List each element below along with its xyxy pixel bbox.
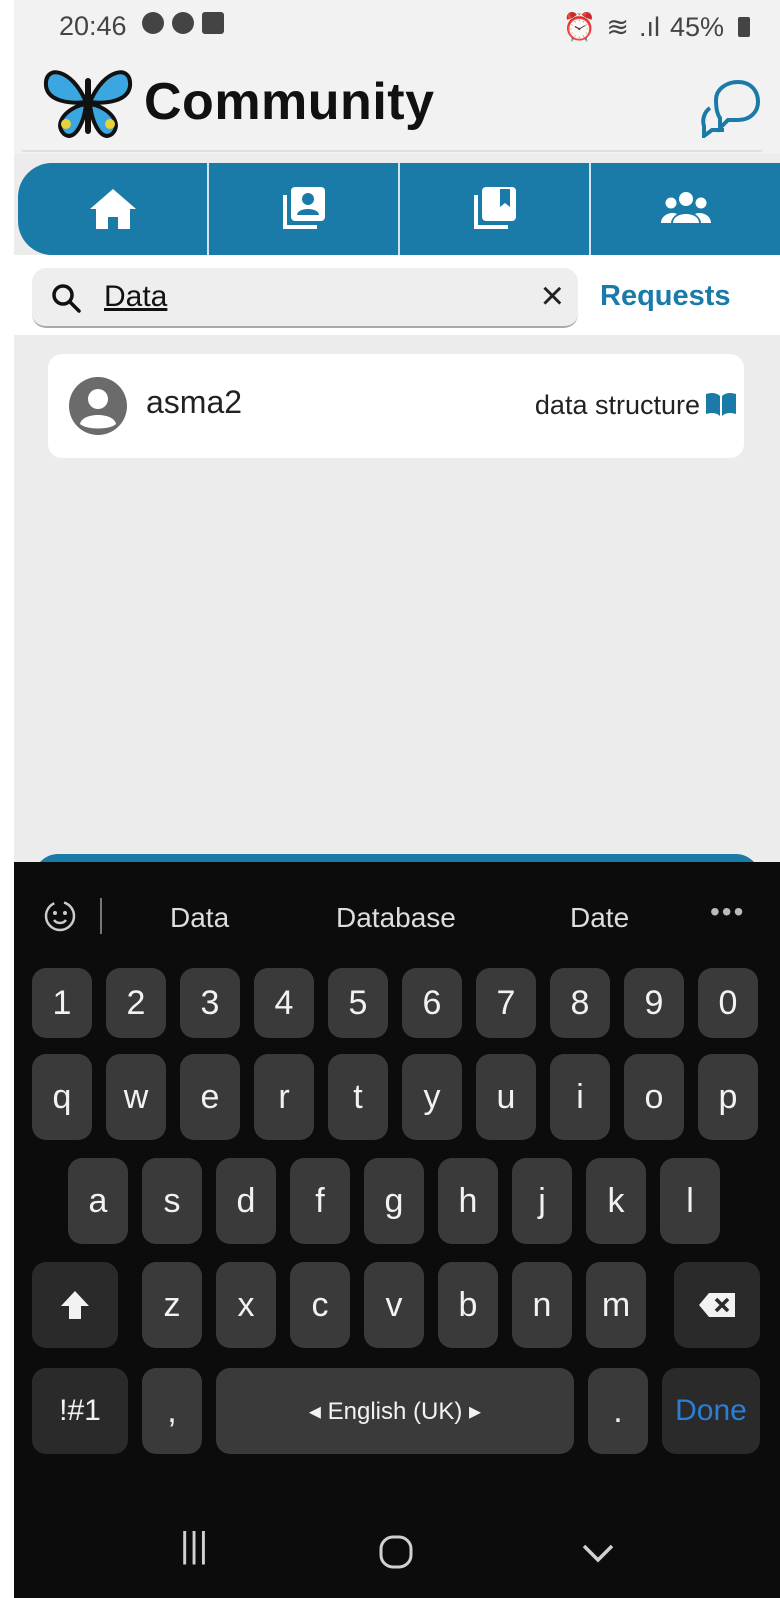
key-k[interactable]: k <box>586 1158 646 1244</box>
tab-portfolio[interactable] <box>209 163 400 255</box>
tab-bookmarks[interactable] <box>400 163 591 255</box>
open-book-icon <box>706 392 736 416</box>
suggestion-1[interactable]: Data <box>170 902 229 934</box>
home-button-icon[interactable] <box>378 1534 414 1570</box>
suggestion-3[interactable]: Date <box>570 902 629 934</box>
alarm-icon: ⏰ <box>562 12 597 42</box>
key-n[interactable]: n <box>512 1262 572 1348</box>
profile-stack-icon <box>282 187 325 229</box>
tab-community[interactable] <box>591 163 780 255</box>
main-nav-tabs <box>18 163 780 255</box>
clear-search-icon[interactable]: × <box>541 276 564 316</box>
suggestion-2[interactable]: Database <box>336 902 456 934</box>
soft-keyboard: Data Database Date ••• 1 2 3 4 5 6 7 8 9… <box>14 862 780 1598</box>
shift-key[interactable] <box>32 1262 118 1348</box>
key-r[interactable]: r <box>254 1054 314 1140</box>
key-z[interactable]: z <box>142 1262 202 1348</box>
requests-link[interactable]: Requests <box>600 280 731 313</box>
key-g[interactable]: g <box>364 1158 424 1244</box>
search-icon <box>52 284 81 313</box>
recent-apps-icon[interactable]: ||| <box>180 1524 208 1566</box>
key-x[interactable]: x <box>216 1262 276 1348</box>
backspace-icon <box>699 1293 735 1317</box>
key-v[interactable]: v <box>364 1262 424 1348</box>
app-screen: 20:46 ⏰ ≋ .ıl 45% Community Data × Reque… <box>14 0 780 1598</box>
key-8[interactable]: 8 <box>550 968 610 1038</box>
key-t[interactable]: t <box>328 1054 388 1140</box>
key-l[interactable]: l <box>660 1158 720 1244</box>
butterfly-logo-icon <box>43 70 133 138</box>
result-username: asma2 <box>146 384 243 420</box>
key-7[interactable]: 7 <box>476 968 536 1038</box>
key-o[interactable]: o <box>624 1054 684 1140</box>
key-w[interactable]: w <box>106 1054 166 1140</box>
suggestion-more-icon[interactable]: ••• <box>710 896 745 928</box>
status-time: 20:46 <box>59 11 127 41</box>
page-title: Community <box>144 73 435 131</box>
chat-icon[interactable] <box>698 78 760 138</box>
key-a[interactable]: a <box>68 1158 128 1244</box>
backspace-key[interactable] <box>674 1262 760 1348</box>
done-key[interactable]: Done <box>662 1368 760 1454</box>
tab-home[interactable] <box>18 163 209 255</box>
status-bar: 20:46 ⏰ ≋ .ıl 45% <box>14 0 780 50</box>
header-divider <box>22 150 762 152</box>
key-h[interactable]: h <box>438 1158 498 1244</box>
key-m[interactable]: m <box>586 1262 646 1348</box>
period-key[interactable]: . <box>588 1368 648 1454</box>
wifi-icon: ≋ <box>606 11 629 42</box>
suggestion-divider <box>100 898 102 934</box>
key-q[interactable]: q <box>32 1054 92 1140</box>
key-y[interactable]: y <box>402 1054 462 1140</box>
key-j[interactable]: j <box>512 1158 572 1244</box>
shift-icon <box>61 1291 89 1319</box>
messenger-icon <box>142 12 164 34</box>
app-header: Community <box>14 50 780 154</box>
gallery-icon <box>202 12 224 34</box>
key-i[interactable]: i <box>550 1054 610 1140</box>
key-f[interactable]: f <box>290 1158 350 1244</box>
key-e[interactable]: e <box>180 1054 240 1140</box>
search-field[interactable]: Data × <box>32 268 578 328</box>
key-3[interactable]: 3 <box>180 968 240 1038</box>
key-b[interactable]: b <box>438 1262 498 1348</box>
app-notification-icon <box>172 12 194 34</box>
key-9[interactable]: 9 <box>624 968 684 1038</box>
signal-icon: .ıl <box>638 11 660 42</box>
avatar <box>69 377 127 435</box>
group-icon <box>660 192 711 223</box>
home-icon <box>89 189 136 229</box>
result-course: data structure <box>534 390 700 420</box>
key-4[interactable]: 4 <box>254 968 314 1038</box>
search-input[interactable]: Data <box>104 280 167 314</box>
back-chevron-icon[interactable] <box>580 1540 616 1564</box>
suggestion-bar: Data Database Date ••• <box>14 862 780 962</box>
key-c[interactable]: c <box>290 1262 350 1348</box>
comma-key[interactable]: , <box>142 1368 202 1454</box>
space-key[interactable]: ◂ English (UK) ▸ <box>216 1368 574 1454</box>
key-2[interactable]: 2 <box>106 968 166 1038</box>
emoji-sync-icon[interactable] <box>40 896 80 936</box>
key-u[interactable]: u <box>476 1054 536 1140</box>
key-d[interactable]: d <box>216 1158 276 1244</box>
key-1[interactable]: 1 <box>32 968 92 1038</box>
notification-icons <box>142 12 224 34</box>
system-nav-bar: ||| <box>14 1506 780 1598</box>
key-s[interactable]: s <box>142 1158 202 1244</box>
battery-percent: 45% <box>669 11 724 42</box>
status-right: ⏰ ≋ .ıl 45% <box>563 11 750 43</box>
key-0[interactable]: 0 <box>698 968 758 1038</box>
bookmark-stack-icon <box>473 187 516 229</box>
key-p[interactable]: p <box>698 1054 758 1140</box>
search-result-card[interactable]: asma2 data structure <box>48 354 744 458</box>
battery-icon <box>738 17 750 37</box>
key-5[interactable]: 5 <box>328 968 388 1038</box>
symbols-key[interactable]: !#1 <box>32 1368 128 1454</box>
key-6[interactable]: 6 <box>402 968 462 1038</box>
